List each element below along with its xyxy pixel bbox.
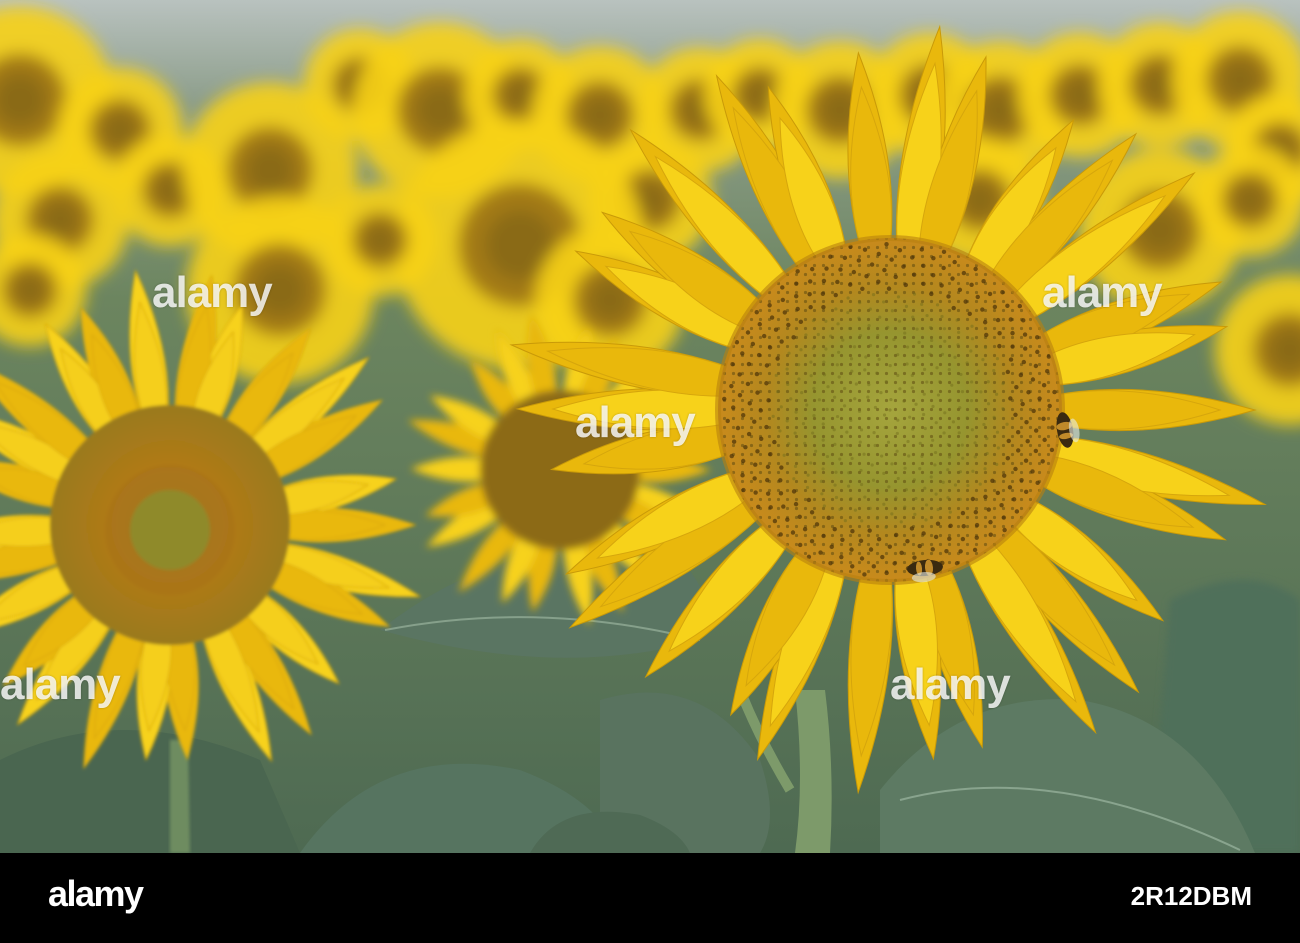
footer-bar: alamy 2R12DBM [0,853,1300,943]
watermark-text: alamy [1042,268,1163,317]
watermark-text: alamy [0,660,121,709]
watermark-text: alamy [575,398,696,447]
watermark-text: alamy [152,268,273,317]
watermark-text: alamy [890,660,1011,709]
sunflower-photo: alamy alamy alamy alamy alamy [0,0,1300,853]
brand-logo: alamy [48,873,144,914]
image-id: 2R12DBM [1130,881,1252,911]
stock-photo-page: alamy alamy alamy alamy alamy alamy 2R12… [0,0,1300,943]
watermark-layer: alamy alamy alamy alamy alamy [0,0,1300,853]
